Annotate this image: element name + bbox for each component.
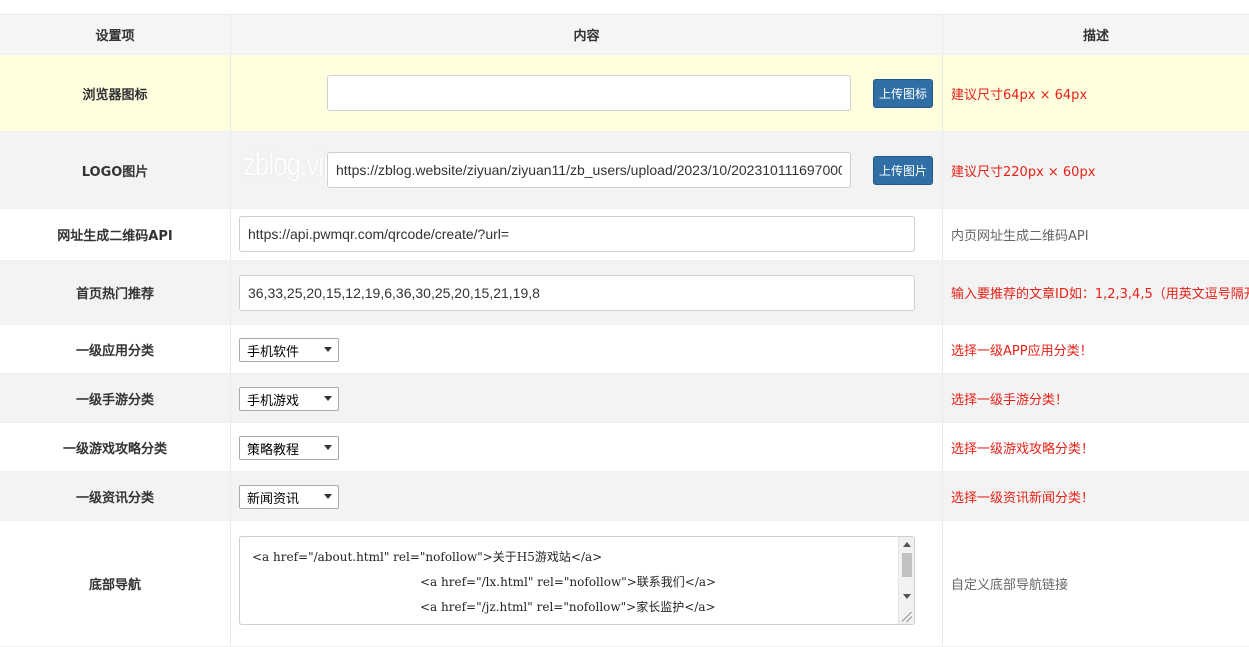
scroll-up-icon[interactable] <box>903 542 911 547</box>
footer-nav-content: <a href="/about.html" rel="nofollow">关于H… <box>231 521 943 646</box>
row-qr-api: 网址生成二维码API 内页网址生成二维码API <box>0 209 1249 261</box>
logo-input[interactable] <box>327 152 851 188</box>
guide-category-select[interactable]: 策略教程 <box>239 436 339 460</box>
logo-label: LOGO图片 <box>0 132 231 208</box>
scroll-thumb[interactable] <box>902 553 912 577</box>
table-header: 设置项 内容 描述 <box>0 15 1249 55</box>
logo-preview-image: zblog.vip <box>243 146 338 182</box>
guide-category-content: 策略教程 <box>231 423 943 471</box>
chevron-down-icon <box>324 445 332 450</box>
row-game-category: 一级手游分类 手机游戏 选择一级手游分类！ <box>0 374 1249 423</box>
logo-content: zblog.vip 上传图片 <box>231 132 943 208</box>
scroll-down-icon[interactable] <box>903 594 911 599</box>
footer-nav-line: <a href="/jz.html" rel="nofollow">家长监护</… <box>420 600 716 614</box>
app-category-select[interactable]: 手机软件 <box>239 338 339 362</box>
qr-api-input[interactable] <box>239 216 915 252</box>
header-description: 描述 <box>1082 29 1109 44</box>
top-bar <box>0 0 1249 15</box>
hot-desc: 输入要推荐的文章ID如：1,2,3,4,5（用英文逗号隔开） <box>951 287 1249 302</box>
footer-nav-textarea[interactable]: <a href="/about.html" rel="nofollow">关于H… <box>239 536 915 625</box>
row-footer-nav: 底部导航 <a href="/about.html" rel="nofollow… <box>0 521 1249 647</box>
textarea-scrollbar[interactable] <box>898 537 914 624</box>
header-setting: 设置项 <box>0 15 231 54</box>
news-category-desc: 选择一级资讯新闻分类！ <box>951 490 1095 506</box>
hot-input[interactable] <box>239 275 915 311</box>
game-category-selected: 手机游戏 <box>247 393 300 409</box>
footer-nav-label: 底部导航 <box>0 521 231 646</box>
favicon-desc: 建议尺寸64px × 64px <box>951 87 1088 103</box>
footer-nav-desc: 自定义底部导航链接 <box>951 578 1069 593</box>
qr-api-content <box>231 209 943 260</box>
chevron-down-icon <box>324 494 332 499</box>
game-category-content: 手机游戏 <box>231 374 943 422</box>
news-category-content: 新闻资讯 <box>231 472 943 520</box>
chevron-down-icon <box>324 396 332 401</box>
favicon-input[interactable] <box>327 75 851 111</box>
header-content: 内容 <box>231 15 943 54</box>
qr-api-desc: 内页网址生成二维码API <box>951 229 1089 244</box>
row-hot-recommend: 首页热门推荐 输入要推荐的文章ID如：1,2,3,4,5（用英文逗号隔开） <box>0 261 1249 325</box>
hot-content <box>231 261 943 324</box>
hot-label: 首页热门推荐 <box>0 261 231 324</box>
row-news-category: 一级资讯分类 新闻资讯 选择一级资讯新闻分类！ <box>0 472 1249 521</box>
game-category-label: 一级手游分类 <box>0 374 231 422</box>
logo-desc: 建议尺寸220px × 60px <box>951 164 1096 180</box>
upload-image-button[interactable]: 上传图片 <box>873 156 933 185</box>
upload-icon-button[interactable]: 上传图标 <box>873 79 933 108</box>
app-category-desc: 选择一级APP应用分类！ <box>951 343 1093 359</box>
news-category-label: 一级资讯分类 <box>0 472 231 520</box>
row-guide-category: 一级游戏攻略分类 策略教程 选择一级游戏攻略分类！ <box>0 423 1249 472</box>
row-app-category: 一级应用分类 手机软件 选择一级APP应用分类！ <box>0 325 1249 374</box>
resize-grip-icon[interactable] <box>902 612 912 622</box>
guide-category-selected: 策略教程 <box>247 442 300 458</box>
guide-category-desc: 选择一级游戏攻略分类！ <box>951 441 1095 457</box>
row-logo: LOGO图片 zblog.vip 上传图片 建议尺寸220px × 60px <box>0 132 1249 209</box>
settings-table: 设置项 内容 描述 浏览器图标 上传图标 建议尺寸64px × 64px LOG… <box>0 15 1249 647</box>
qr-api-label: 网址生成二维码API <box>0 209 231 260</box>
footer-nav-line: <a href="/lx.html" rel="nofollow">联系我们</… <box>420 575 717 589</box>
app-category-label: 一级应用分类 <box>0 325 231 373</box>
favicon-label: 浏览器图标 <box>0 55 231 131</box>
news-category-selected: 新闻资讯 <box>247 491 300 507</box>
game-category-desc: 选择一级手游分类！ <box>951 392 1069 408</box>
app-category-selected: 手机软件 <box>247 344 300 360</box>
game-category-select[interactable]: 手机游戏 <box>239 387 339 411</box>
guide-category-label: 一级游戏攻略分类 <box>0 423 231 471</box>
favicon-content: 上传图标 <box>231 55 943 131</box>
news-category-select[interactable]: 新闻资讯 <box>239 485 339 509</box>
footer-nav-line: <a href="/about.html" rel="nofollow">关于H… <box>252 550 603 564</box>
row-favicon: 浏览器图标 上传图标 建议尺寸64px × 64px <box>0 55 1249 132</box>
chevron-down-icon <box>324 347 332 352</box>
app-category-content: 手机软件 <box>231 325 943 373</box>
